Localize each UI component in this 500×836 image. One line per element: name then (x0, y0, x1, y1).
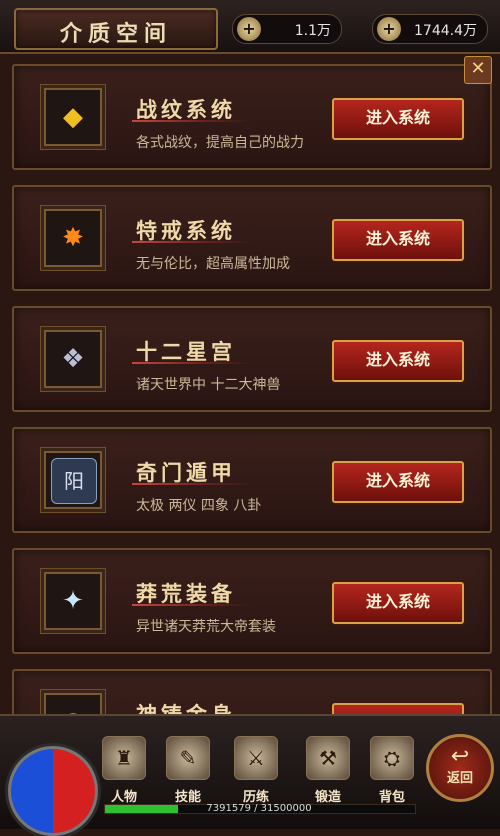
coin-resource[interactable]: + 1.1万 (232, 14, 342, 44)
title-underline (132, 120, 252, 122)
title-underline (132, 604, 252, 606)
nav-label: 人物 (110, 790, 137, 805)
anvil-icon: ⚒ (306, 736, 350, 780)
skill-book-icon: ✎ (166, 736, 210, 780)
ingot-resource[interactable]: + 1744.4万 (372, 14, 488, 44)
card-description: 异世诸天莽荒大帝套装 (136, 619, 276, 635)
armor-icon: ✦ (62, 586, 84, 616)
nav-training[interactable]: ⚔ 历练 (228, 736, 284, 812)
back-button[interactable]: ↩ 返回 (426, 734, 494, 802)
icon-frame: ❖ (44, 330, 102, 388)
page-title: 介质空间 (59, 21, 172, 47)
close-button[interactable]: ✕ (464, 56, 492, 84)
enter-system-button[interactable]: 进入系统 (332, 98, 464, 140)
card-zhanwen: ◆ 战纹系统 各式战纹，提高自己的战力 进入系统 (12, 64, 492, 170)
coin-icon: + (237, 17, 261, 41)
enter-system-button[interactable]: 进入系统 (332, 582, 464, 624)
title-underline (132, 362, 252, 364)
card-title: 神铸金身 (136, 699, 236, 714)
icon-frame: 阳 (44, 451, 102, 509)
enter-system-button[interactable]: 进入系统 (332, 219, 464, 261)
title-underline (132, 241, 252, 243)
hp-mp-orb (8, 746, 98, 836)
card-qimen: 阳 奇门遁甲 太极 两仪 四象 八卦 进入系统 (12, 427, 492, 533)
enter-system-button[interactable] (332, 703, 464, 714)
yang-badge-icon: 阳 (51, 458, 97, 504)
icon-frame: ✸ (44, 209, 102, 267)
icon-frame: ✦ (44, 572, 102, 630)
nav-skill[interactable]: ✎ 技能 (160, 736, 216, 812)
enter-system-button[interactable]: 进入系统 (332, 340, 464, 382)
back-label: 返回 (446, 771, 473, 786)
card-description: 无与伦比，超高属性加成 (136, 256, 290, 272)
exp-text: 7391579 / 31500000 (206, 803, 312, 814)
character-icon: ♜ (102, 736, 146, 780)
close-icon: ✕ (470, 58, 486, 79)
special-ring-icon: ✸ (62, 223, 84, 253)
coin-value: 1.1万 (294, 23, 331, 39)
card-xinggong: ❖ 十二星宫 诸天世界中 十二大神兽 进入系统 (12, 306, 492, 412)
ingot-value: 1744.4万 (414, 23, 477, 39)
card-shenzhu: ◉ 神铸金身 (12, 669, 492, 714)
battle-pattern-icon: ◆ (63, 102, 83, 132)
nav-character[interactable]: ♜ 人物 (96, 736, 152, 812)
golden-body-icon: ◉ (51, 700, 95, 714)
icon-frame: ◉ (44, 693, 102, 714)
enter-system-button[interactable]: 进入系统 (332, 461, 464, 503)
nav-label: 背包 (378, 790, 405, 805)
backpack-icon: ⛭ (370, 736, 414, 780)
card-tejie: ✸ 特戒系统 无与伦比，超高属性加成 进入系统 (12, 185, 492, 291)
title-underline (132, 483, 252, 485)
title-plate: 介质空间 (14, 8, 218, 50)
nav-backpack[interactable]: ⛭ 背包 (364, 736, 420, 812)
dragon-head-icon: ❖ (61, 344, 85, 374)
top-bar: 介质空间 + 1.1万 + 1744.4万 (0, 0, 500, 54)
bottom-bar: ♜ 人物 ✎ 技能 ⚔ 历练 ⚒ 锻造 ⛭ 背包 ↩ 返回 7391579 / … (0, 714, 500, 836)
card-manghuang: ✦ 莽荒装备 异世诸天莽荒大帝套装 进入系统 (12, 548, 492, 654)
gold-ingot-icon: + (377, 17, 401, 41)
training-icon: ⚔ (234, 736, 278, 780)
nav-forge[interactable]: ⚒ 锻造 (300, 736, 356, 812)
card-description: 各式战纹，提高自己的战力 (136, 135, 304, 151)
card-description: 诸天世界中 十二大神兽 (136, 377, 281, 393)
icon-frame: ◆ (44, 88, 102, 146)
system-list[interactable]: ◆ 战纹系统 各式战纹，提高自己的战力 进入系统 ✸ 特戒系统 无与伦比，超高属… (0, 54, 500, 714)
card-description: 太极 两仪 四象 八卦 (136, 498, 262, 514)
